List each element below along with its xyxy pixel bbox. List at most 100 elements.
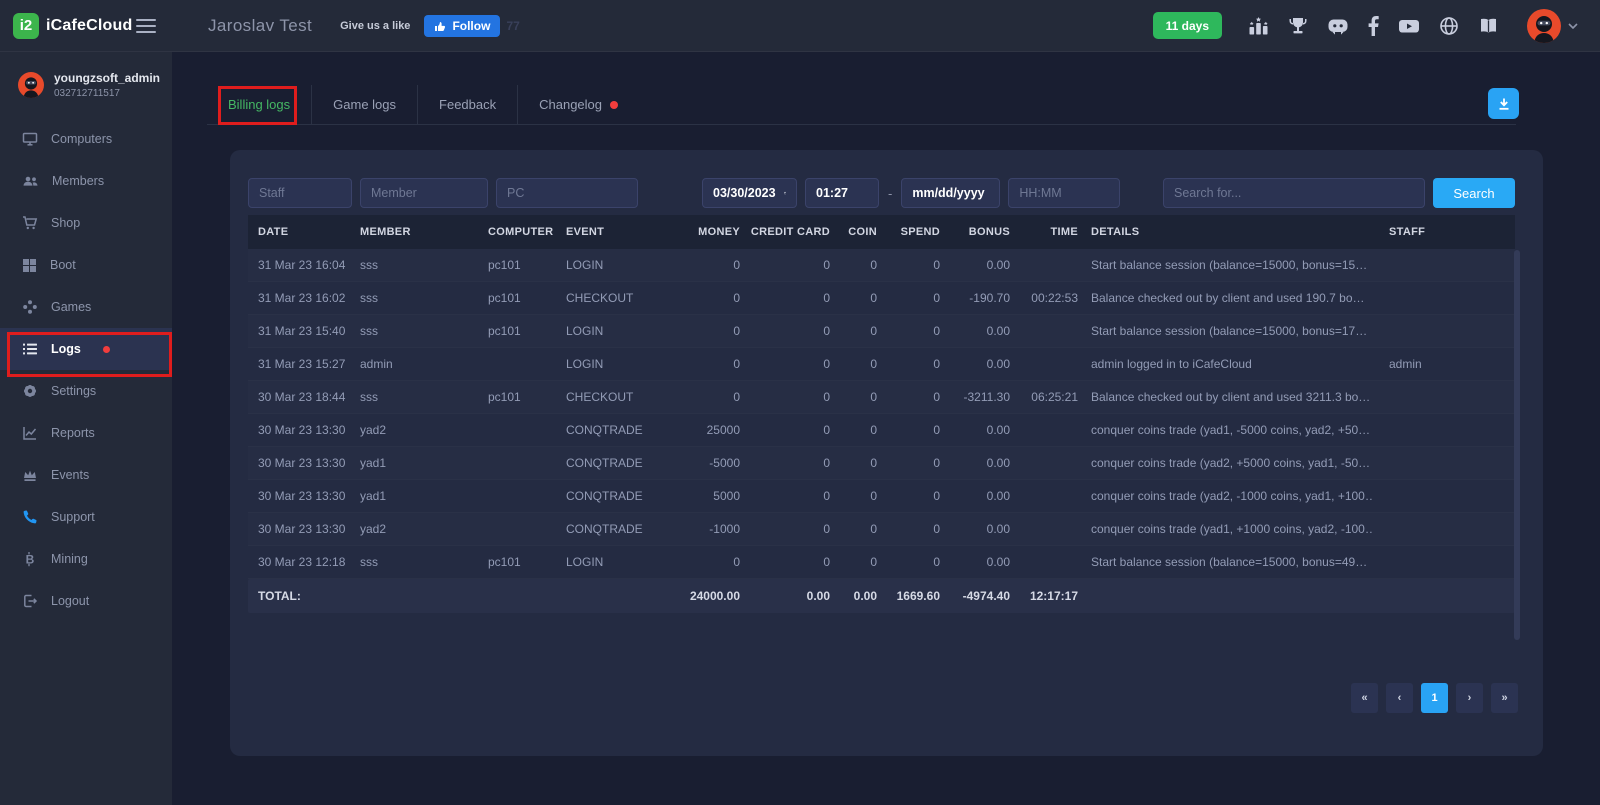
cell-coin: 0 xyxy=(830,357,877,371)
cell-member: sss xyxy=(360,555,488,569)
member-filter-input[interactable] xyxy=(360,178,488,208)
cell-spend: 0 xyxy=(877,555,940,569)
sidebar: youngzsoft_admin 032712711517 Computers … xyxy=(0,52,172,805)
date-to-input[interactable]: mm/dd/yyyy xyxy=(901,178,1000,208)
sidebar-item-reports[interactable]: Reports xyxy=(0,412,172,454)
cell-money: 0 xyxy=(652,258,740,272)
table-row: 30 Mar 23 18:44ssspc101CHECKOUT0000-3211… xyxy=(248,381,1515,414)
globe-icon[interactable] xyxy=(1439,16,1459,36)
table-row: 30 Mar 23 13:30yad1CONQTRADE50000000.00c… xyxy=(248,480,1515,513)
total-money: 24000.00 xyxy=(652,589,740,603)
table-row: 31 Mar 23 16:04ssspc101LOGIN00000.00Star… xyxy=(248,249,1515,282)
table-row: 31 Mar 23 15:27adminLOGIN00000.00admin l… xyxy=(248,348,1515,381)
cell-credit-card: 0 xyxy=(740,324,830,338)
time-to-input[interactable]: HH:MM xyxy=(1008,178,1120,208)
col-header-spend: SPEND xyxy=(877,226,940,238)
time-from-input[interactable]: 01:27 xyxy=(805,178,879,208)
chart-line-icon xyxy=(22,425,38,441)
app-logo-icon: i2 xyxy=(13,13,39,39)
cell-event: CONQTRADE xyxy=(566,489,652,503)
sidebar-item-boot[interactable]: Boot xyxy=(0,244,172,286)
cell-time: 06:25:21 xyxy=(1010,390,1078,404)
sidebar-item-settings[interactable]: Settings xyxy=(0,370,172,412)
staff-filter-input[interactable] xyxy=(248,178,352,208)
cart-icon xyxy=(22,215,38,231)
discord-icon[interactable] xyxy=(1327,16,1349,36)
cell-bonus: -3211.30 xyxy=(940,390,1010,404)
top-icons xyxy=(1248,16,1499,36)
cell-money: 0 xyxy=(652,390,740,404)
cell-credit-card: 0 xyxy=(740,522,830,536)
table-row: 31 Mar 23 16:02ssspc101CHECKOUT0000-190.… xyxy=(248,282,1515,315)
handbook-icon[interactable] xyxy=(1478,16,1499,36)
cell-computer: pc101 xyxy=(488,258,566,272)
download-button[interactable] xyxy=(1488,88,1519,119)
menu-toggle-icon[interactable] xyxy=(136,15,156,37)
tab-billing-logs[interactable]: Billing logs xyxy=(207,85,311,124)
thumbs-up-icon xyxy=(434,20,446,32)
cell-details: Balance checked out by client and used 3… xyxy=(1078,390,1373,404)
cell-coin: 0 xyxy=(830,522,877,536)
cell-money: 0 xyxy=(652,357,740,371)
cell-computer: pc101 xyxy=(488,291,566,305)
page-first-button[interactable]: « xyxy=(1351,683,1378,713)
sidebar-item-mining[interactable]: B Mining xyxy=(0,538,172,580)
cell-spend: 0 xyxy=(877,291,940,305)
table-scrollbar[interactable] xyxy=(1514,250,1520,640)
facebook-icon[interactable] xyxy=(1368,16,1379,36)
filter-row: 03/30/2023 01:27 - mm/dd/yyyy HH:MM Sear… xyxy=(248,178,1515,208)
total-time: 12:17:17 xyxy=(1010,589,1078,603)
cell-bonus: 0.00 xyxy=(940,555,1010,569)
cell-coin: 0 xyxy=(830,423,877,437)
cell-member: yad2 xyxy=(360,522,488,536)
col-header-money: MONEY xyxy=(652,226,740,238)
cell-credit-card: 0 xyxy=(740,390,830,404)
youtube-icon[interactable] xyxy=(1398,16,1420,36)
sidebar-item-logout[interactable]: Logout xyxy=(0,580,172,622)
pc-filter-input[interactable] xyxy=(496,178,638,208)
sidebar-item-members[interactable]: Members xyxy=(0,160,172,202)
page-last-button[interactable]: » xyxy=(1491,683,1518,713)
cafe-title: Jaroslav Test xyxy=(208,16,312,36)
cell-member: yad2 xyxy=(360,423,488,437)
sidebar-item-logs[interactable]: Logs xyxy=(0,328,172,370)
sidebar-item-computers[interactable]: Computers xyxy=(0,118,172,160)
facebook-follow-button[interactable]: Follow xyxy=(424,15,500,37)
sidebar-user[interactable]: youngzsoft_admin 032712711517 xyxy=(0,52,172,118)
col-header-details: DETAILS xyxy=(1078,226,1373,238)
page-prev-button[interactable]: ‹ xyxy=(1386,683,1413,713)
cell-bonus: 0.00 xyxy=(940,357,1010,371)
search-button[interactable]: Search xyxy=(1433,178,1515,208)
sidebar-item-shop[interactable]: Shop xyxy=(0,202,172,244)
cell-member: yad1 xyxy=(360,456,488,470)
cell-details: Balance checked out by client and used 1… xyxy=(1078,291,1373,305)
cell-time: 00:22:53 xyxy=(1010,291,1078,305)
tab-changelog[interactable]: Changelog xyxy=(517,85,639,124)
leaderboard-icon[interactable] xyxy=(1248,16,1269,36)
gear-icon xyxy=(22,383,38,399)
cell-spend: 0 xyxy=(877,258,940,272)
user-menu[interactable] xyxy=(1527,9,1578,43)
tab-feedback[interactable]: Feedback xyxy=(417,85,517,124)
trophy-icon[interactable] xyxy=(1288,16,1308,36)
total-date: TOTAL: xyxy=(258,589,360,603)
license-days-badge[interactable]: 11 days xyxy=(1153,12,1222,39)
table-row: 30 Mar 23 13:30yad2CONQTRADE250000000.00… xyxy=(248,414,1515,447)
page-next-button[interactable]: › xyxy=(1456,683,1483,713)
cell-event: CHECKOUT xyxy=(566,291,652,305)
sidebar-item-events[interactable]: Events xyxy=(0,454,172,496)
sidebar-item-games[interactable]: Games xyxy=(0,286,172,328)
cell-event: CHECKOUT xyxy=(566,390,652,404)
page-number-button[interactable]: 1 xyxy=(1421,683,1448,713)
cell-event: CONQTRADE xyxy=(566,456,652,470)
table-body: 31 Mar 23 16:04ssspc101LOGIN00000.00Star… xyxy=(248,249,1515,579)
sidebar-item-support[interactable]: Support xyxy=(0,496,172,538)
search-input[interactable] xyxy=(1163,178,1425,208)
tab-game-logs[interactable]: Game logs xyxy=(311,85,417,124)
top-bar: i2 iCafeCloud Jaroslav Test Give us a li… xyxy=(0,0,1600,52)
cell-bonus: 0.00 xyxy=(940,423,1010,437)
cell-coin: 0 xyxy=(830,291,877,305)
table-row: 30 Mar 23 13:30yad1CONQTRADE-50000000.00… xyxy=(248,447,1515,480)
cell-details: conquer coins trade (yad2, -1000 coins, … xyxy=(1078,489,1373,503)
date-from-input[interactable]: 03/30/2023 xyxy=(702,178,797,208)
